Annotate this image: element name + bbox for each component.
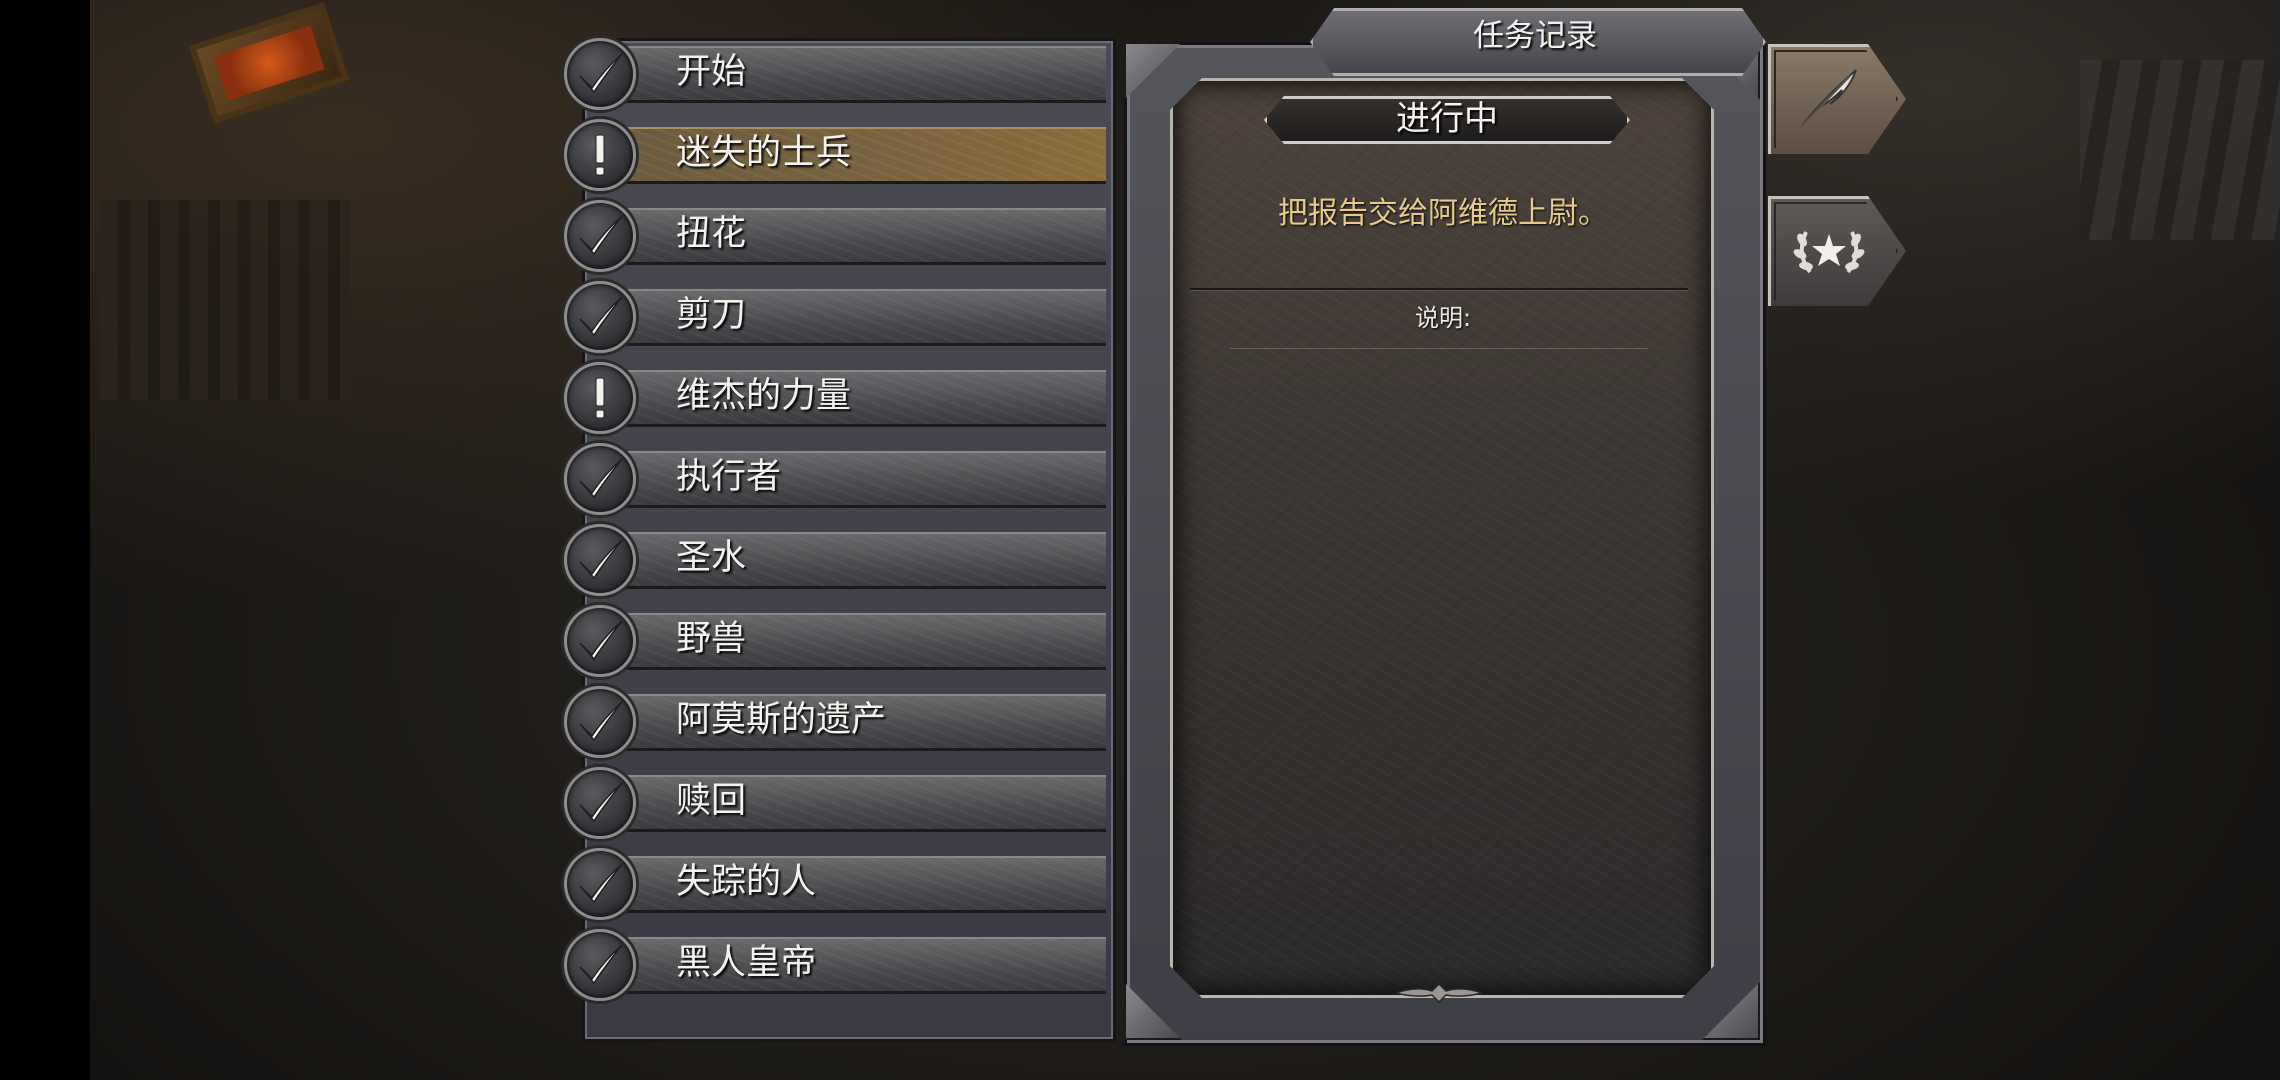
quest-state-medallion (564, 686, 636, 758)
laurel-star-icon (1793, 231, 1865, 274)
quest-title: 失踪的人 (676, 862, 817, 902)
quest-row-bar (586, 613, 1106, 670)
screen-edge (0, 0, 90, 1080)
quest-row[interactable]: 圣水 (560, 524, 1110, 596)
quest-list: 开始迷失的士兵扭花剪刀维杰的力量执行者圣水野兽阿莫斯的遗产 赎回失踪的人黑人皇帝 (560, 38, 1116, 1042)
completed-icon (579, 701, 623, 742)
quest-row[interactable]: 开始 (560, 38, 1110, 110)
quest-title: 赎回 (676, 781, 747, 821)
quest-row[interactable]: 迷失的士兵 (560, 119, 1110, 191)
quest-row[interactable]: 赎回 (560, 767, 1110, 839)
quest-state-medallion (564, 281, 636, 353)
tab-achievements[interactable] (1768, 196, 1906, 306)
background-crates-right (2080, 60, 2280, 240)
quest-title: 阿莫斯的遗产 (676, 700, 887, 740)
quest-title: 野兽 (676, 619, 747, 659)
active-icon (595, 134, 605, 176)
quest-title: 剪刀 (676, 295, 747, 335)
quest-title: 开始 (676, 52, 747, 92)
quest-row-bar (586, 451, 1106, 508)
ornament-icon (1396, 982, 1482, 1004)
quest-row[interactable]: 阿莫斯的遗产 (560, 686, 1110, 758)
quest-row[interactable]: 执行者 (560, 443, 1110, 515)
quest-row-bar (586, 289, 1106, 346)
quest-state-medallion (564, 524, 636, 596)
quest-title: 维杰的力量 (676, 376, 852, 416)
description-underline (1230, 348, 1648, 349)
quest-detail-panel: 任务记录 进行中 把报告交给阿维德上尉。 说明: (1118, 0, 1768, 1046)
description-label: 说明: (1414, 304, 1472, 332)
quest-title: 迷失的士兵 (676, 133, 852, 173)
divider (1190, 288, 1688, 290)
quest-row-bar (586, 208, 1106, 265)
quest-row-bar (586, 775, 1106, 832)
quill-icon (1799, 69, 1857, 129)
quest-state-medallion (564, 929, 636, 1001)
quest-title: 黑人皇帝 (676, 943, 817, 983)
completed-icon (579, 782, 623, 823)
tab-quest-log[interactable] (1768, 44, 1906, 154)
completed-icon (579, 539, 623, 580)
quest-row[interactable]: 失踪的人 (560, 848, 1110, 920)
quest-state-medallion (564, 443, 636, 515)
quest-row[interactable]: 野兽 (560, 605, 1110, 677)
completed-icon (579, 215, 623, 256)
completed-icon (579, 944, 623, 985)
quest-state-medallion (564, 200, 636, 272)
quest-row[interactable]: 维杰的力量 (560, 362, 1110, 434)
background-crates (100, 200, 350, 400)
quest-title: 扭花 (676, 214, 747, 254)
quest-row[interactable]: 黑人皇帝 (560, 929, 1110, 1001)
quest-objective: 把报告交给阿维德上尉。 (1278, 196, 1608, 231)
quest-row[interactable]: 扭花 (560, 200, 1110, 272)
quest-title: 圣水 (676, 538, 747, 578)
quest-state-medallion (564, 848, 636, 920)
quest-title: 执行者 (676, 457, 782, 497)
completed-icon (579, 296, 623, 337)
quest-state-medallion (564, 38, 636, 110)
quest-row-bar (586, 532, 1106, 589)
game-scene: 开始 迷失的士兵 扭花 剪刀 维杰的力量 执行者 圣水 野兽 阿莫斯的遗产 赎回 失踪的人 黑人皇帝 … (0, 0, 2280, 1080)
quest-state-medallion (564, 767, 636, 839)
completed-icon (579, 620, 623, 661)
active-icon (595, 377, 605, 419)
quest-row[interactable]: 剪刀 (560, 281, 1110, 353)
quest-row-bar (586, 937, 1106, 994)
completed-icon (579, 458, 623, 499)
quest-row-bar (586, 856, 1106, 913)
background-sign (188, 2, 350, 124)
quest-status: 进行中 (1396, 99, 1498, 139)
quest-state-medallion (564, 605, 636, 677)
completed-icon (579, 863, 623, 904)
quest-state-medallion (564, 119, 636, 191)
quest-row-bar (586, 46, 1106, 103)
completed-icon (579, 53, 623, 94)
quest-state-medallion (564, 362, 636, 434)
panel-title: 任务记录 (1473, 18, 1597, 54)
